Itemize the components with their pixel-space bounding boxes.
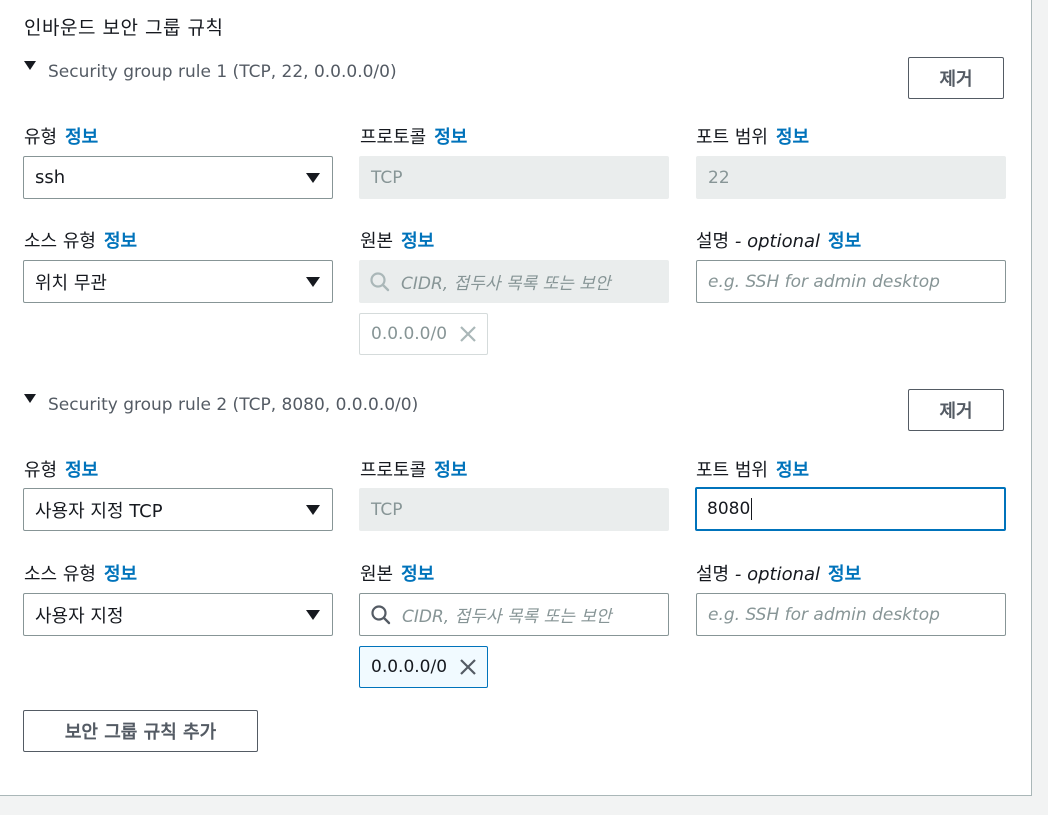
type-info-link[interactable]: 정보 [65, 460, 98, 481]
dropdown-arrow-icon [306, 276, 320, 287]
protocol-info-link[interactable]: 정보 [434, 460, 467, 481]
source-label-text: 원본 [360, 231, 394, 252]
protocol-label-text: 프로토콜 [360, 127, 427, 148]
source-type-label-text: 소스 유형 [24, 231, 96, 252]
caret-down-icon[interactable] [24, 60, 36, 70]
rule-2-token-label: 0.0.0.0/0 [371, 657, 448, 677]
port-info-link[interactable]: 정보 [776, 127, 809, 148]
rule-1-title: Security group rule 1 (TCP, 22, 0.0.0.0/… [48, 62, 397, 82]
rule-1-protocol-field: TCP [359, 156, 669, 199]
rule-2-source-type-value: 사용자 지정 [35, 605, 124, 627]
rule-2-description-input[interactable]: e.g. SSH for admin desktop [696, 593, 1006, 636]
source-type-label-text: 소스 유형 [24, 564, 96, 585]
caret-down-icon[interactable] [24, 393, 36, 403]
source-label-text: 원본 [360, 564, 394, 585]
rule-1-source-type-label: 소스 유형 정보 [24, 227, 137, 253]
rule-1-header[interactable]: Security group rule 1 (TCP, 22, 0.0.0.0/… [24, 60, 397, 82]
rule-1-description-label: 설명 - optional 정보 [696, 227, 861, 253]
rule-1-remove-button[interactable]: 제거 [908, 57, 1004, 99]
description-label-text: 설명 [696, 564, 730, 585]
close-icon[interactable] [459, 658, 477, 676]
rule-2-type-select[interactable]: 사용자 지정 TCP [23, 488, 333, 531]
rule-2-source-label: 원본 정보 [360, 560, 434, 586]
port-label-text: 포트 범위 [696, 460, 768, 481]
type-info-link[interactable]: 정보 [65, 127, 98, 148]
port-label-text: 포트 범위 [696, 127, 768, 148]
protocol-info-link[interactable]: 정보 [434, 127, 467, 148]
rule-1-source-type-select[interactable]: 위치 무관 [23, 260, 333, 303]
rule-1-token-label: 0.0.0.0/0 [371, 324, 448, 344]
source-info-link[interactable]: 정보 [401, 231, 434, 252]
source-type-info-link[interactable]: 정보 [104, 231, 137, 252]
rule-2-description-label: 설명 - optional 정보 [696, 560, 861, 586]
rule-1-type-value: ssh [35, 167, 66, 188]
rule-2-header[interactable]: Security group rule 2 (TCP, 8080, 0.0.0.… [24, 393, 419, 415]
description-info-link[interactable]: 정보 [828, 564, 861, 585]
rule-2-source-search[interactable]: CIDR, 접두사 목록 또는 보안 [359, 593, 669, 636]
inbound-rules-panel: 인바운드 보안 그룹 규칙 Security group rule 1 (TCP… [0, 0, 1032, 796]
type-label-text: 유형 [24, 127, 58, 148]
rule-1-type-select[interactable]: ssh [23, 156, 333, 199]
rule-2-type-value: 사용자 지정 TCP [35, 500, 163, 522]
rule-1-description-input[interactable]: e.g. SSH for admin desktop [696, 260, 1006, 303]
port-info-link[interactable]: 정보 [776, 460, 809, 481]
dropdown-arrow-icon [306, 609, 320, 620]
dropdown-arrow-icon [306, 172, 320, 183]
rule-2-type-label: 유형 정보 [24, 456, 98, 482]
rule-2-port-value: 8080 [707, 499, 751, 519]
protocol-label-text: 프로토콜 [360, 460, 427, 481]
rule-1-port-field: 22 [696, 156, 1006, 199]
description-info-link[interactable]: 정보 [828, 231, 861, 252]
optional-text: - optional [734, 564, 821, 585]
rule-2-protocol-label: 프로토콜 정보 [360, 456, 467, 482]
description-label-text: 설명 [696, 231, 730, 252]
rule-2-title: Security group rule 2 (TCP, 8080, 0.0.0.… [48, 395, 419, 415]
rule-2-port-label: 포트 범위 정보 [696, 456, 809, 482]
rule-1-source-token: 0.0.0.0/0 [359, 313, 489, 355]
rule-1-source-label: 원본 정보 [360, 227, 434, 253]
rule-2-source-type-label: 소스 유형 정보 [24, 560, 137, 586]
rule-1-source-type-value: 위치 무관 [35, 272, 107, 294]
close-icon [460, 326, 476, 342]
rule-2-source-type-select[interactable]: 사용자 지정 [23, 593, 333, 636]
rule-1-type-label: 유형 정보 [24, 123, 98, 149]
rule-2-source-token: 0.0.0.0/0 [359, 646, 489, 688]
rule-2-protocol-field: TCP [359, 488, 669, 531]
search-icon [370, 271, 390, 291]
search-icon [371, 604, 391, 624]
rule-1-protocol-label: 프로토콜 정보 [360, 123, 467, 149]
type-label-text: 유형 [24, 460, 58, 481]
rule-1-source-search: CIDR, 접두사 목록 또는 보안 [359, 260, 669, 303]
rule-2-port-input[interactable]: 8080 [695, 487, 1006, 531]
rule-2-source-placeholder: CIDR, 접두사 목록 또는 보안 [402, 607, 612, 627]
dropdown-arrow-icon [306, 504, 320, 515]
rule-2-remove-button[interactable]: 제거 [908, 389, 1004, 431]
source-info-link[interactable]: 정보 [401, 564, 434, 585]
source-type-info-link[interactable]: 정보 [104, 564, 137, 585]
section-title: 인바운드 보안 그룹 규칙 [24, 17, 224, 39]
optional-text: - optional [734, 231, 821, 252]
text-cursor [751, 498, 753, 520]
add-rule-button[interactable]: 보안 그룹 규칙 추가 [23, 710, 258, 752]
rule-1-port-label: 포트 범위 정보 [696, 123, 809, 149]
rule-1-source-placeholder: CIDR, 접두사 목록 또는 보안 [401, 274, 611, 294]
